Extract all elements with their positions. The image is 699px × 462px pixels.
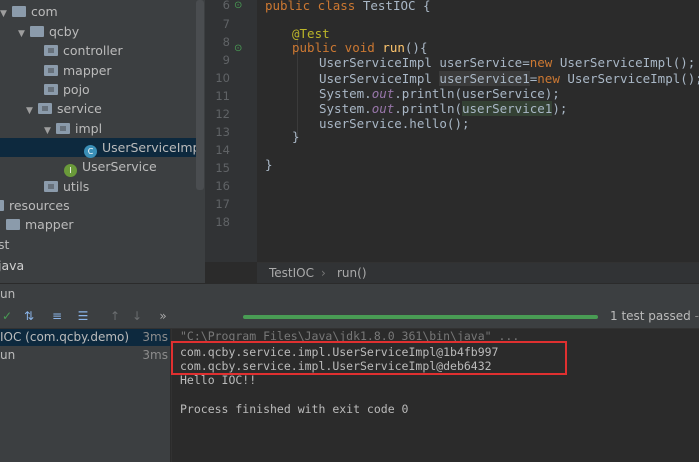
- line-number: 8: [222, 35, 230, 49]
- tree-scrollbar[interactable]: [196, 0, 204, 190]
- tree-item-service[interactable]: ▼ service: [26, 99, 102, 118]
- line-number: 18: [215, 215, 230, 229]
- line-number: 11: [215, 89, 230, 103]
- line-number: 14: [215, 143, 230, 157]
- line-number: 10: [215, 71, 230, 85]
- tree-item-userserviceimpl[interactable]: C UserServiceImpl: [0, 138, 204, 158]
- editor-gutter: 6 ⊙ 7 8 9 ⊙ 10 11 12 13 14 15 16 17 18: [205, 0, 257, 262]
- chevron-down-icon[interactable]: ▼: [26, 102, 38, 121]
- check-icon[interactable]: ✓: [0, 309, 14, 323]
- code-editor[interactable]: public class TestIOC { @Test public void…: [257, 0, 699, 262]
- tree-item-controller[interactable]: controller: [44, 41, 123, 60]
- folder-icon: [12, 6, 26, 17]
- breadcrumb: TestIOC › run(): [257, 262, 699, 284]
- run-tool-window-header: un: [0, 283, 699, 305]
- test-status: 1 test passed - 3: [610, 309, 699, 323]
- code-line-15: }: [292, 129, 300, 144]
- test-result-method[interactable]: un 3ms: [0, 347, 170, 364]
- test-results-tree: IOC (com.qcby.demo) 3ms un 3ms: [0, 329, 170, 462]
- test-result-class[interactable]: IOC (com.qcby.demo) 3ms: [0, 329, 170, 346]
- tree-item-st[interactable]: st: [0, 235, 9, 254]
- tree-item-userservice[interactable]: I UserService: [64, 157, 157, 177]
- package-icon: [44, 181, 58, 192]
- run-toolbar: ✓ ⇅ ≡ ☰ ↑ ↓ » 1 test passed - 3: [0, 304, 699, 329]
- tree-item-mapper[interactable]: mapper: [44, 61, 112, 80]
- line-number: 15: [215, 161, 230, 175]
- breadcrumb-item-method[interactable]: run(): [337, 263, 367, 283]
- package-icon: [38, 103, 52, 114]
- code-line-17: }: [265, 157, 273, 172]
- tree-item-utils[interactable]: utils: [44, 177, 89, 196]
- tree-item-com[interactable]: ▼ com: [0, 2, 58, 21]
- breadcrumb-item-class[interactable]: TestIOC: [269, 263, 314, 283]
- folder-icon: [30, 26, 44, 37]
- highlight-box: [171, 341, 567, 375]
- console-line: Process finished with exit code 0: [180, 402, 409, 416]
- tree-item-pojo[interactable]: pojo: [44, 80, 90, 99]
- expand-all-icon[interactable]: ☰: [76, 309, 90, 323]
- tree-item-resources[interactable]: resources: [0, 196, 70, 215]
- tree-item-java[interactable]: java: [0, 256, 24, 275]
- run-gutter-icon[interactable]: ⊙: [234, 0, 245, 11]
- run-gutter-icon[interactable]: ⊙: [234, 43, 245, 54]
- tree-item-mapper-res[interactable]: mapper: [6, 215, 74, 234]
- project-tree: ▼ com ▼ qcby controller mapper pojo ▼ servi…: [0, 0, 205, 283]
- package-icon: [56, 123, 70, 134]
- code-line-14: userService.hello();: [319, 116, 470, 131]
- tree-item-impl[interactable]: ▼ impl: [44, 119, 102, 138]
- tree-item-qcby[interactable]: ▼ qcby: [18, 22, 79, 41]
- run-title: un: [0, 287, 16, 301]
- chevron-right-icon: ›: [321, 266, 326, 280]
- folder-icon: [6, 219, 20, 230]
- arrow-up-icon[interactable]: ↑: [108, 309, 122, 323]
- interface-icon: I: [64, 164, 77, 177]
- test-progress-bar: [243, 315, 598, 319]
- line-number: 16: [215, 179, 230, 193]
- package-icon: [44, 84, 58, 95]
- line-number: 12: [215, 107, 230, 121]
- line-number: 17: [215, 197, 230, 211]
- line-number: 7: [222, 17, 230, 31]
- sort-alpha-icon[interactable]: ⇅: [22, 309, 36, 323]
- sort-duration-icon[interactable]: ≡: [50, 309, 64, 323]
- package-icon: [44, 65, 58, 76]
- package-icon: [44, 45, 58, 56]
- line-number: 13: [215, 125, 230, 139]
- code-line-6: public class TestIOC {: [265, 0, 431, 13]
- chevron-down-icon[interactable]: ▼: [0, 5, 12, 24]
- line-number: 9: [222, 53, 230, 67]
- more-icon[interactable]: »: [156, 309, 170, 323]
- folder-icon: [0, 200, 4, 211]
- chevron-down-icon[interactable]: ▼: [18, 25, 30, 44]
- arrow-down-icon[interactable]: ↓: [130, 309, 144, 323]
- console-line: Hello IOC!!: [180, 373, 257, 387]
- line-number: 6: [222, 0, 230, 12]
